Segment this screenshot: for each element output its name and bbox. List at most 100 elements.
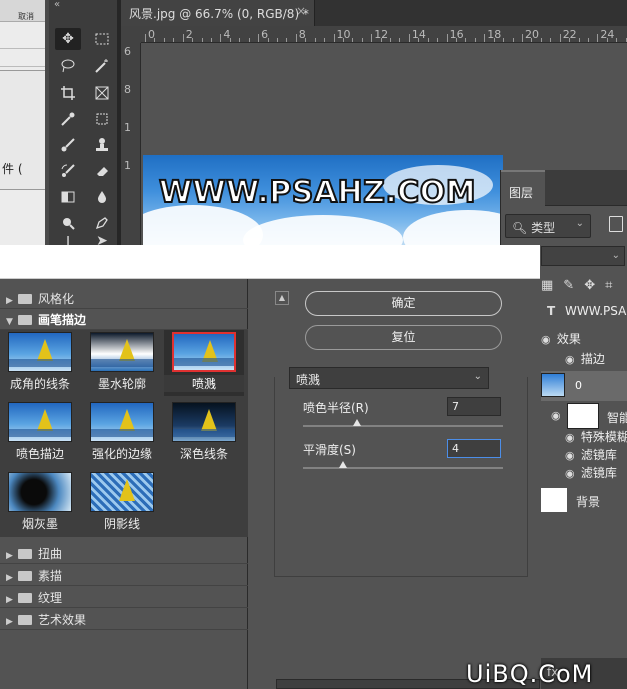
layer-effects-row[interactable]: ◉ 效果 (541, 330, 627, 350)
radius-input[interactable]: 7 (447, 397, 501, 416)
filter-thumbnail[interactable]: 成角的线条 (0, 330, 80, 396)
eye-icon[interactable]: ◉ (565, 449, 577, 462)
layer-thumbnail (541, 373, 565, 397)
brush-lock-icon[interactable]: ✎ (563, 278, 574, 293)
ruler-tick (295, 34, 297, 42)
smart-filter-row[interactable]: ◉ 滤镜库 (565, 446, 627, 466)
ruler-tick (446, 34, 448, 42)
layer-row-0[interactable]: 0 (541, 371, 627, 401)
category-sketch[interactable]: ▶ 素描 (0, 564, 248, 586)
document-image[interactable]: WWW.PSAHZ.COM (143, 155, 503, 245)
layer-effect-stroke-row[interactable]: ◉ 描边 (565, 350, 627, 370)
filter-select[interactable]: 喷溅 ⌄ (289, 367, 489, 389)
reset-button[interactable]: 复位 (305, 325, 502, 350)
marquee-tool-icon[interactable] (89, 28, 115, 50)
tab-layers[interactable]: 图层 (501, 170, 545, 206)
crop-tool-icon[interactable] (55, 82, 81, 104)
chevron-down-icon: ⌄ (611, 250, 620, 261)
category-brush-strokes[interactable]: ▼ 画笔描边 (0, 308, 248, 330)
background-window-strip: 取消 件 ( (0, 0, 45, 245)
ok-button[interactable]: 确定 (305, 291, 502, 316)
dodge-tool-icon[interactable] (55, 212, 81, 234)
ruler-tick (503, 38, 505, 42)
gradient-tool-icon[interactable] (55, 186, 81, 208)
magic-wand-icon[interactable] (89, 55, 115, 77)
filter-label: 喷溅 (164, 375, 244, 392)
filter-thumbnail[interactable]: 烟灰墨 (0, 470, 80, 536)
filter-thumbnail[interactable]: 阴影线 (82, 470, 162, 536)
ruler-tick (578, 38, 580, 42)
image-filter-icon[interactable] (609, 216, 623, 232)
smoothness-input[interactable]: 4 (447, 439, 501, 458)
layer-name: 0 (575, 379, 582, 392)
radius-slider-handle[interactable] (353, 419, 361, 426)
eyedropper-icon[interactable] (55, 108, 81, 130)
smart-filter-row[interactable]: ◉ 特殊模糊 (565, 428, 627, 448)
category-label: 素描 (38, 569, 63, 583)
category-label: 画笔描边 (38, 313, 87, 327)
lasso-tool-icon[interactable] (55, 55, 81, 77)
brush-tool-icon[interactable] (55, 134, 81, 156)
layer-row-smart[interactable]: ◉ 智能 (541, 403, 627, 431)
filter-thumbnail[interactable]: 强化的边缘 (82, 400, 162, 466)
smoothness-slider-handle[interactable] (339, 461, 347, 468)
eye-icon[interactable]: ◉ (541, 333, 553, 346)
collapse-gallery-icon[interactable]: ▲ (275, 291, 289, 305)
category-texture[interactable]: ▶ 纹理 (0, 586, 248, 608)
patch-tool-icon[interactable] (89, 108, 115, 130)
collapse-icon[interactable]: « (54, 0, 60, 10)
category-label: 艺术效果 (38, 613, 87, 627)
smoothness-slider-track[interactable] (303, 467, 503, 469)
ruler-tick (145, 34, 146, 42)
smart-filter-row[interactable]: ◉ 滤镜库 (565, 464, 627, 484)
filter-label: 阴影线 (103, 517, 140, 531)
eye-icon[interactable]: ◉ (565, 431, 577, 444)
filter-thumbnail[interactable]: 深色线条 (164, 400, 244, 466)
filter-preview-image (90, 472, 154, 512)
folder-icon (18, 294, 32, 304)
history-brush-icon[interactable] (55, 160, 81, 182)
ruler-tick (550, 38, 552, 42)
filter-thumbnail[interactable]: 喷色描边 (0, 400, 80, 466)
category-artistic[interactable]: ▶ 艺术效果 (0, 608, 248, 630)
filter-thumbnail-selected[interactable]: 喷溅 (164, 330, 244, 396)
blend-mode-select[interactable]: ⌄ (541, 246, 625, 266)
eye-icon[interactable]: ◉ (565, 353, 577, 366)
stamp-tool-icon[interactable] (89, 134, 115, 156)
layer-kind-filter[interactable]: 🔍︎ 类型 ⌄ (505, 214, 591, 238)
ruler-tick (587, 38, 589, 42)
ruler-tick (569, 38, 571, 42)
move-tool-icon[interactable]: ✥ (55, 28, 81, 50)
close-tab-icon[interactable]: × (296, 4, 306, 18)
ruler-tick (163, 38, 165, 42)
search-icon: 🔍︎ (512, 221, 532, 235)
lock-pixels-icon[interactable]: ▦ (541, 278, 553, 293)
filter-gallery-dialog: ▶ 风格化 ▼ 画笔描边 成角的线条 墨水轮廓 喷溅 喷色描边 强化的边缘 深色线条… (0, 279, 540, 689)
ruler-tick (456, 38, 457, 42)
frame-tool-icon[interactable] (89, 82, 115, 104)
ruler-tick (192, 38, 194, 42)
move-lock-icon[interactable]: ✥ (584, 278, 595, 293)
eraser-icon[interactable] (89, 160, 115, 182)
document-tab[interactable]: 风景.jpg @ 66.7% (0, RGB/8) * × (121, 0, 315, 26)
artboard-lock-icon[interactable]: ⌗ (605, 278, 612, 293)
eye-icon[interactable]: ◉ (565, 467, 577, 480)
ruler-tick (625, 38, 627, 42)
category-stylize[interactable]: ▶ 风格化 (0, 287, 248, 309)
layer-row-text[interactable]: T WWW.PSA (541, 304, 627, 324)
eye-icon[interactable]: ◉ (551, 409, 563, 422)
radius-slider-track[interactable] (303, 425, 503, 427)
category-distort[interactable]: ▶ 扭曲 (0, 542, 248, 564)
ruler-tick (352, 38, 354, 42)
ruler-tick-label: 1 (124, 121, 131, 134)
layers-panel-header: 图层 (501, 170, 627, 206)
layer-name: WWW.PSA (565, 304, 627, 318)
layer-row-background[interactable]: 背景 (541, 488, 627, 514)
ruler-tick (333, 34, 335, 42)
expand-arrow-icon: ▶ (6, 551, 13, 561)
document-tab-title: 风景.jpg @ 66.7% (0, RGB/8) * (129, 7, 309, 21)
pen-tool-icon[interactable] (89, 212, 115, 234)
blur-tool-icon[interactable] (89, 186, 115, 208)
filter-thumbnail[interactable]: 墨水轮廓 (82, 330, 162, 396)
filter-gallery-preview-area (0, 245, 540, 279)
